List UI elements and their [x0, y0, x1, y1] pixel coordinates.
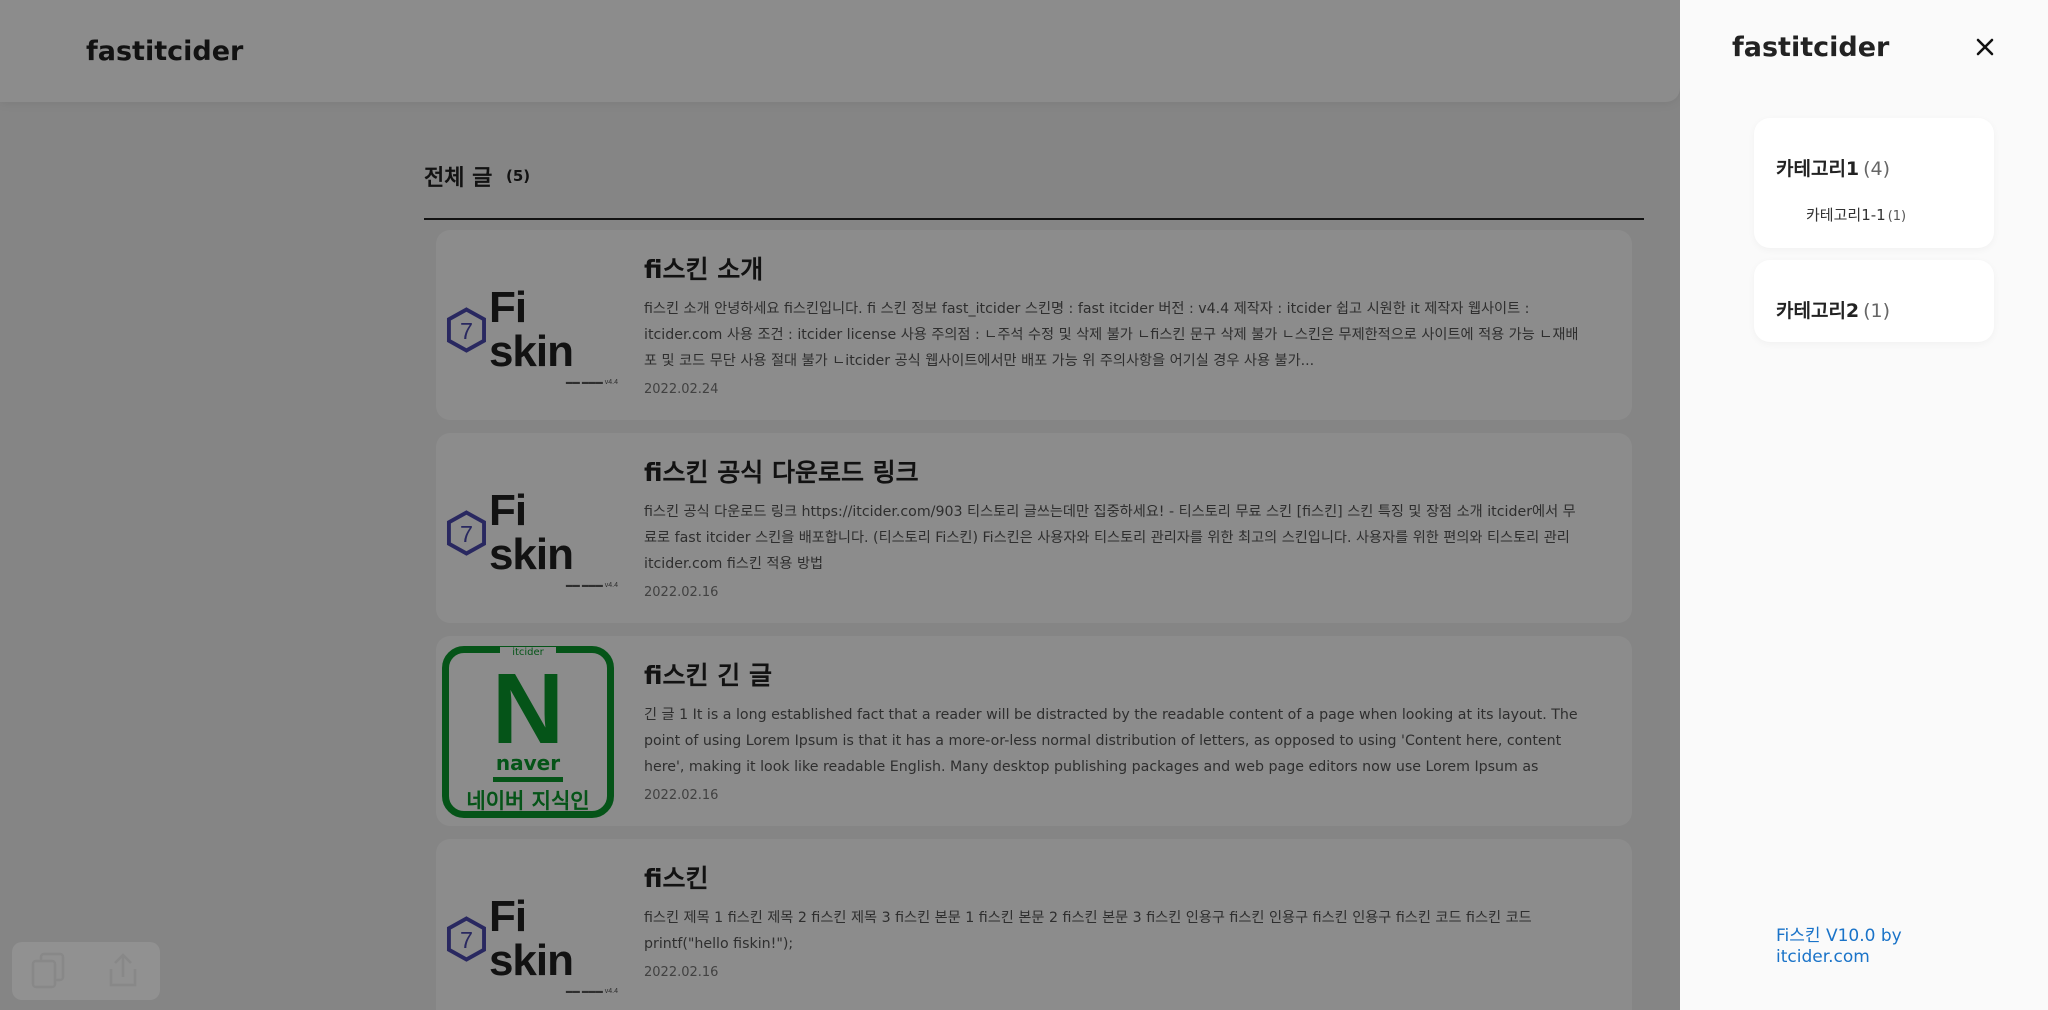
- copy-icon[interactable]: [25, 947, 73, 995]
- drawer-title[interactable]: fastitcider: [1732, 32, 1889, 63]
- floating-toolbar: [12, 942, 160, 1000]
- category-card: 카테고리2 (1): [1754, 260, 1994, 342]
- category-link[interactable]: 카테고리2 (1): [1776, 296, 1890, 323]
- close-icon[interactable]: [1968, 30, 2002, 64]
- side-drawer: fastitcider 카테고리1 (4) 카테고리1-1 (1) 카테고리2 (1)…: [1680, 0, 2048, 1010]
- credit-link[interactable]: Fi스킨 V10.0 by itcider.com: [1776, 926, 1976, 968]
- page: fastitcider 전체 글 (5) 7 Fi skin ▬▬ ▬▬▬ v4.…: [0, 0, 2048, 1010]
- category-link[interactable]: 카테고리1 (4): [1776, 154, 1890, 181]
- modal-backdrop[interactable]: [0, 0, 1680, 1010]
- share-icon[interactable]: [99, 947, 147, 995]
- subcategory-link[interactable]: 카테고리1-1 (1): [1806, 204, 1906, 225]
- category-card: 카테고리1 (4) 카테고리1-1 (1): [1754, 118, 1994, 248]
